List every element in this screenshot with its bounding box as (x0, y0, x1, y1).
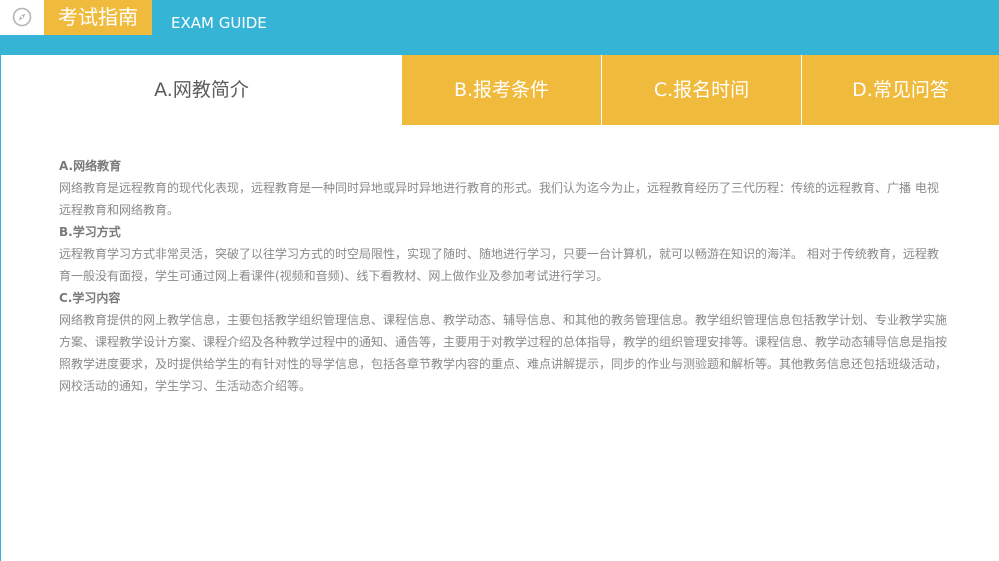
tab-content: A.网络教育 网络教育是远程教育的现代化表现，远程教育是一种同时异地或异时异地进… (59, 155, 949, 397)
section-heading-study-mode: B.学习方式 (59, 225, 121, 239)
compass-button[interactable] (0, 0, 44, 35)
page-title: 考试指南 (44, 0, 152, 35)
section-heading-online-education: A.网络教育 (59, 159, 122, 173)
section-body-study-mode: 远程教育学习方式非常灵活，突破了以往学习方式的时空局限性，实现了随时、随地进行学… (59, 247, 939, 283)
tab-bar: A.网教简介 B.报考条件 C.报名时间 D.常见问答 (0, 55, 999, 125)
compass-icon (12, 7, 32, 27)
section-heading-study-content: C.学习内容 (59, 291, 121, 305)
page-header: 考试指南 EXAM GUIDE (0, 0, 999, 55)
tab-faq[interactable]: D.常见问答 (802, 55, 999, 125)
content-left-border (0, 55, 1, 561)
section-body-study-content: 网络教育提供的网上教学信息，主要包括教学组织管理信息、课程信息、教学动态、辅导信… (59, 313, 948, 393)
page-subtitle: EXAM GUIDE (171, 14, 267, 32)
tab-intro[interactable]: A.网教简介 (1, 55, 402, 125)
section-body-online-education: 网络教育是远程教育的现代化表现，远程教育是一种同时异地或异时异地进行教育的形式。… (59, 181, 939, 217)
tab-registration-time[interactable]: C.报名时间 (602, 55, 801, 125)
tab-conditions[interactable]: B.报考条件 (402, 55, 601, 125)
